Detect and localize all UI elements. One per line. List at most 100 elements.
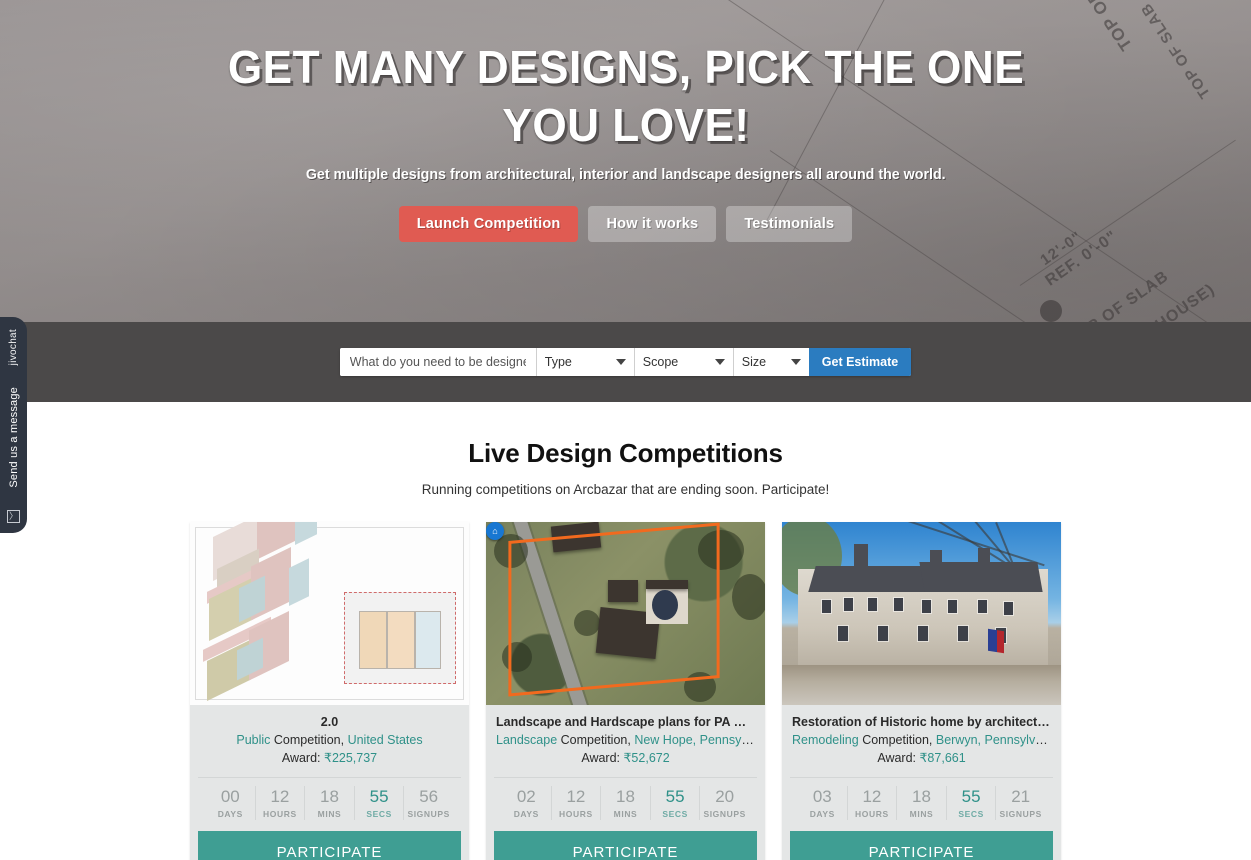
scope-dropdown[interactable]: Scope: [633, 348, 733, 376]
countdown-days-label: DAYS: [217, 809, 243, 819]
countdown-days-label: DAYS: [809, 809, 835, 819]
countdown-hours: 12 HOURS: [848, 786, 898, 820]
countdown-mins-value: 18: [320, 787, 339, 806]
card-competition-word: Competition: [862, 733, 929, 747]
search-input[interactable]: [339, 348, 536, 376]
signups-value: 20: [715, 787, 735, 806]
card-category-link[interactable]: Remodeling: [792, 733, 859, 747]
page-root: TOP OF TOP OF SLAB 12'-0" REF. 0'-0" TOP…: [0, 0, 1251, 860]
signups-label: SIGNUPS: [407, 809, 450, 819]
competition-card-list: 2.0 Public Competition, United States Aw…: [0, 522, 1251, 860]
card-award: Award: ₹87,661: [792, 749, 1051, 767]
countdown-mins-value: 18: [912, 787, 931, 806]
card-award-amount: ₹87,661: [919, 751, 966, 765]
countdown-secs-label: SECS: [958, 809, 984, 819]
countdown-secs: 55 SECS: [947, 786, 997, 820]
jivochat-message-label: Send us a message: [7, 387, 20, 488]
hero-subtitle: Get multiple designs from architectural,…: [305, 166, 946, 183]
size-dropdown[interactable]: Size: [732, 348, 809, 376]
testimonials-button[interactable]: Testimonials: [726, 206, 853, 242]
signups-label: SIGNUPS: [703, 809, 746, 819]
countdown-days: 02 DAYS: [502, 786, 552, 820]
card-competition-word: Competition: [560, 733, 628, 747]
card-award: Award: ₹225,737: [200, 749, 459, 767]
live-competitions-section: Live Design Competitions Running competi…: [0, 402, 1251, 860]
jivochat-widget-tab[interactable]: jivochat Send us a message 〉: [0, 317, 27, 533]
competition-thumbnail-drawing: [190, 522, 469, 705]
countdown-hours-label: HOURS: [855, 809, 889, 819]
competition-card[interactable]: Restoration of Historic home by architec…: [782, 522, 1061, 860]
launch-competition-button[interactable]: Launch Competition: [398, 206, 579, 242]
section-subheading: Running competitions on Arcbazar that ar…: [421, 482, 830, 497]
countdown-secs-label: SECS: [366, 809, 392, 819]
estimate-search-band: Type Scope Size Get Estimate: [0, 322, 1251, 402]
floor-plan-sketch: [344, 592, 456, 684]
countdown-secs: 55 SECS: [355, 786, 405, 820]
type-dropdown[interactable]: Type: [535, 348, 634, 376]
card-location-link[interactable]: United States: [348, 733, 423, 747]
map-home-marker-icon: ⌂: [486, 522, 504, 540]
countdown-timer: 03 DAYS 12 HOURS 18 MINS 55 SECS 21 SIGN…: [790, 777, 1053, 828]
chevron-right-icon[interactable]: 〉: [7, 509, 20, 523]
get-estimate-button[interactable]: Get Estimate: [808, 348, 912, 376]
countdown-days-value: 02: [516, 787, 536, 806]
size-dropdown-label: Size: [741, 355, 767, 369]
card-location-link[interactable]: New Hope, Pennsylvania, …: [634, 733, 755, 747]
countdown-mins: 18 MINS: [897, 786, 947, 820]
card-title: Landscape and Hardscape plans for PA Hou…: [496, 715, 755, 729]
property-boundary-outline: [508, 522, 720, 697]
signups-count: 21 SIGNUPS: [996, 786, 1045, 820]
card-award-label: Award:: [581, 751, 624, 765]
card-title: Restoration of Historic home by architec…: [792, 715, 1051, 729]
participate-button[interactable]: PARTICIPATE: [198, 831, 461, 860]
countdown-secs-value: 55: [665, 787, 685, 806]
card-award-label: Award:: [281, 751, 324, 765]
card-category-link[interactable]: Public: [236, 733, 270, 747]
participate-button[interactable]: PARTICIPATE: [494, 831, 757, 860]
countdown-secs: 55 SECS: [651, 786, 701, 820]
competition-card[interactable]: ⌂ Landscape and Hardscape plans for PA H…: [486, 522, 765, 860]
chevron-down-icon: [790, 359, 801, 365]
countdown-mins-label: MINS: [317, 809, 342, 819]
card-category-link[interactable]: Landscape: [496, 733, 557, 747]
card-award-amount: ₹52,672: [623, 751, 670, 765]
card-award-label: Award:: [877, 751, 920, 765]
hero-title: GET MANY DESIGNS, PICK THE ONE YOU LOVE!: [227, 41, 1024, 151]
how-it-works-button[interactable]: How it works: [588, 206, 717, 242]
signups-value: 56: [419, 787, 439, 806]
countdown-days: 03 DAYS: [798, 786, 848, 820]
countdown-days: 00 DAYS: [206, 786, 256, 820]
card-competition-word: Competition: [273, 733, 341, 747]
countdown-hours: 12 HOURS: [256, 786, 306, 820]
card-award-amount: ₹225,737: [324, 751, 378, 765]
countdown-hours-label: HOURS: [559, 809, 593, 819]
countdown-days-value: 03: [812, 787, 832, 806]
countdown-hours-value: 12: [862, 787, 882, 806]
hero-section: TOP OF TOP OF SLAB 12'-0" REF. 0'-0" TOP…: [0, 0, 1251, 322]
signups-count: 56 SIGNUPS: [404, 786, 453, 820]
section-heading: Live Design Competitions: [468, 438, 783, 468]
countdown-hours-value: 12: [270, 787, 290, 806]
countdown-secs-label: SECS: [662, 809, 688, 819]
signups-count: 20 SIGNUPS: [700, 786, 749, 820]
jivochat-brand-label: jivochat: [8, 329, 19, 366]
countdown-secs-value: 55: [961, 787, 981, 806]
estimate-search-bar: Type Scope Size Get Estimate: [339, 348, 912, 376]
card-meta: Public Competition, United States: [236, 733, 423, 747]
scope-dropdown-label: Scope: [642, 355, 679, 369]
participate-button[interactable]: PARTICIPATE: [790, 831, 1053, 860]
countdown-timer: 02 DAYS 12 HOURS 18 MINS 55 SECS 20 SIGN…: [494, 777, 757, 828]
countdown-days-label: DAYS: [513, 809, 539, 819]
countdown-hours-value: 12: [566, 787, 586, 806]
hero-button-group: Launch Competition How it works Testimon…: [398, 206, 853, 242]
card-meta: Remodeling Competition, Berwyn, Pennsylv…: [792, 731, 1051, 749]
card-award: Award: ₹52,672: [496, 749, 755, 767]
chevron-down-icon: [615, 359, 626, 365]
card-title: 2.0: [320, 715, 339, 729]
card-location-link[interactable]: Berwyn, Pennsylvania, U…: [936, 733, 1051, 747]
competition-card[interactable]: 2.0 Public Competition, United States Aw…: [190, 522, 469, 860]
countdown-mins: 18 MINS: [601, 786, 651, 820]
chevron-down-icon: [714, 359, 725, 365]
countdown-secs-value: 55: [369, 787, 389, 806]
countdown-mins-label: MINS: [909, 809, 934, 819]
